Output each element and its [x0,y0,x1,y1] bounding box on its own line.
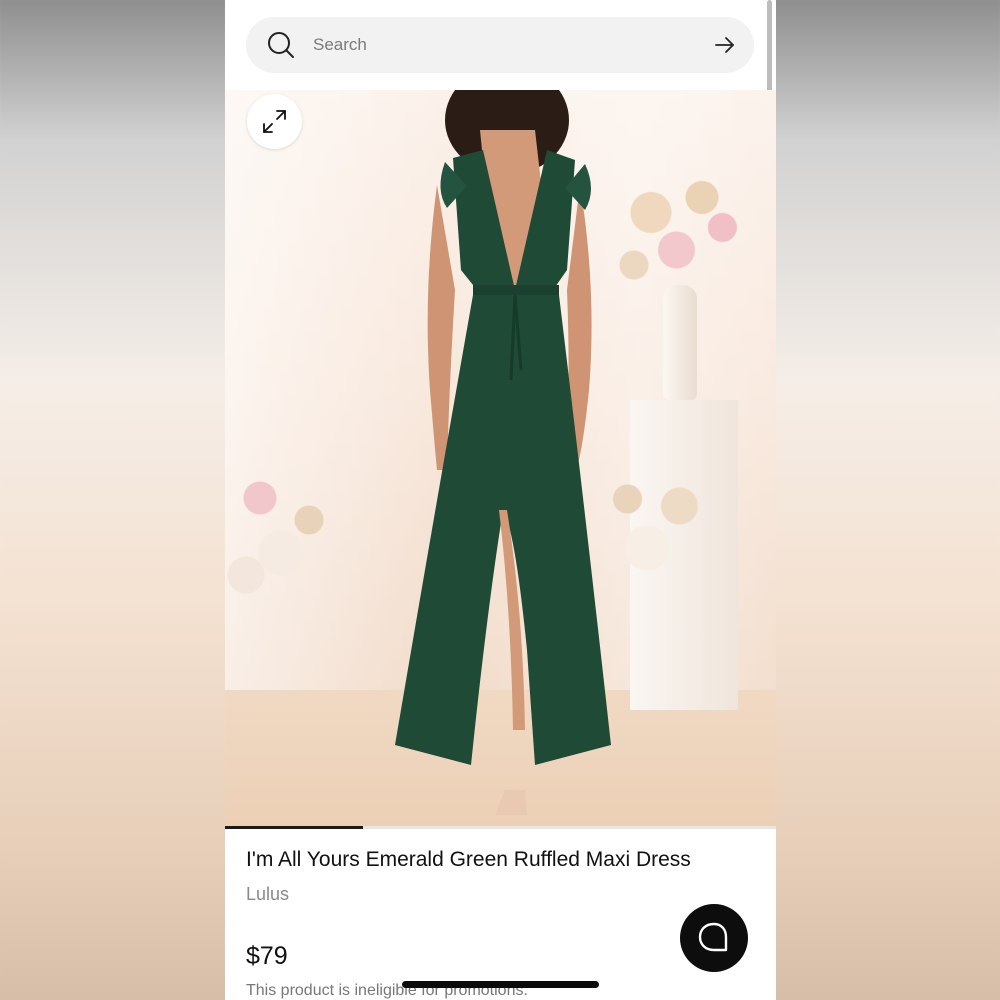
expand-icon [263,110,286,133]
gallery-progress [225,826,776,829]
home-indicator[interactable] [402,981,599,988]
gallery-progress-fill [225,826,363,829]
product-page: Search I'm All Yours Emerald Green Ruffl… [225,0,776,1000]
expand-button[interactable] [247,94,302,149]
background-blur-right [775,0,1000,1000]
brand-link[interactable]: Lulus [246,884,289,905]
background-blur-left [0,0,225,1000]
arrow-right-icon[interactable] [714,36,736,54]
chat-bubble-icon [698,922,728,952]
search-input[interactable]: Search [313,35,367,55]
search-icon [268,32,294,58]
product-title: I'm All Yours Emerald Green Ruffled Maxi… [246,848,691,871]
flowers-left [225,410,365,630]
model-in-dress [395,90,611,815]
chat-button[interactable] [680,904,748,972]
product-image[interactable] [225,90,776,827]
search-bar[interactable]: Search [246,17,754,73]
product-price: $79 [246,942,288,970]
